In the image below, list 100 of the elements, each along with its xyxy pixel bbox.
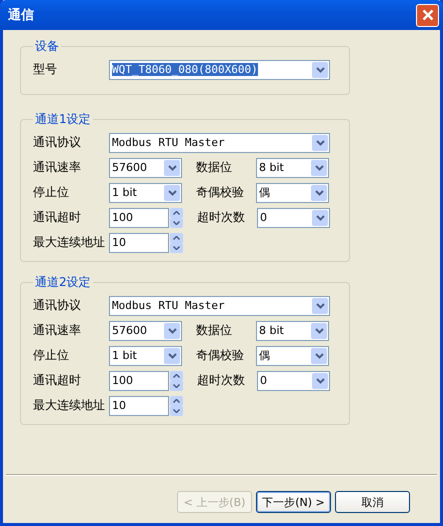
chevron-down-icon	[168, 190, 176, 196]
field-label: 超时次数	[197, 372, 246, 389]
field-label: 通讯协议	[33, 297, 82, 314]
chevron-down-icon	[316, 378, 324, 384]
close-icon	[422, 9, 434, 21]
dropdown[interactable]: 1 bit	[109, 182, 182, 202]
number-value: 10	[112, 236, 126, 249]
chevron-down-icon	[316, 140, 324, 146]
dropdown-value: 57600	[112, 324, 147, 337]
chevron-down-icon	[314, 328, 324, 334]
number-value: 10	[112, 399, 126, 412]
field-label: 奇偶校验	[196, 184, 245, 201]
dropdown-button[interactable]	[311, 184, 327, 200]
window-title: 通信	[8, 7, 34, 24]
dropdown-button[interactable]	[312, 134, 328, 150]
dropdown-value: 偶	[259, 185, 270, 200]
dropdown-value: 1 bit	[112, 186, 137, 199]
field-label: 最大连续地址	[33, 234, 106, 251]
dropdown-button[interactable]	[164, 348, 180, 364]
spin-up-button[interactable]	[170, 396, 183, 406]
dropdown-button[interactable]	[312, 372, 328, 388]
chevron-up-icon	[173, 236, 180, 240]
chevron-down-icon	[168, 352, 176, 358]
field-label: 最大连续地址	[33, 397, 106, 414]
number-field[interactable]: 100	[109, 208, 169, 228]
dropdown[interactable]: 57600	[109, 158, 182, 178]
dropdown-value: Modbus RTU Master	[112, 299, 225, 312]
dropdown[interactable]: 0	[257, 370, 330, 390]
chevron-down-icon	[173, 384, 180, 388]
dropdown[interactable]: 8 bit	[256, 320, 329, 340]
dropdown-button[interactable]	[311, 322, 327, 338]
field-label: 数据位	[196, 322, 233, 339]
chevron-down-icon	[173, 246, 180, 250]
field-label: 型号	[33, 61, 58, 78]
chevron-up-icon	[173, 398, 180, 402]
dropdown-button[interactable]	[311, 160, 327, 176]
dialog-button[interactable]: 取消	[335, 491, 410, 513]
dropdown-button[interactable]	[164, 184, 180, 200]
chevron-down-icon	[316, 214, 324, 220]
dropdown-value: WQT_T8060_080(800X600)	[112, 63, 258, 76]
field-label: 通讯超时	[33, 209, 82, 226]
number-field[interactable]: 10	[109, 232, 169, 252]
field-label: 奇偶校验	[196, 347, 245, 364]
dropdown-value: 1 bit	[112, 349, 137, 362]
field-label: 停止位	[33, 184, 70, 201]
number-value: 100	[112, 374, 133, 387]
dropdown-button[interactable]	[312, 298, 328, 314]
dropdown-value: 0	[260, 211, 267, 224]
chevron-up-icon	[173, 210, 180, 214]
number-field[interactable]: 100	[109, 370, 169, 390]
dropdown-value: Modbus RTU Master	[112, 136, 225, 149]
spin-down-button[interactable]	[170, 380, 183, 390]
field-label: 超时次数	[197, 209, 246, 226]
dropdown[interactable]: 0	[257, 208, 330, 228]
chevron-down-icon	[316, 66, 324, 72]
field-label: 通讯速率	[33, 159, 82, 176]
chevron-down-icon	[173, 408, 180, 412]
spin-up-button[interactable]	[170, 370, 183, 380]
chevron-down-icon	[316, 302, 324, 308]
group-title: 通道1设定	[34, 111, 92, 128]
dropdown[interactable]: 偶	[256, 346, 329, 366]
dropdown[interactable]: 1 bit	[109, 346, 182, 366]
field-label: 通讯协议	[33, 134, 82, 151]
dropdown[interactable]: 偶	[256, 182, 329, 202]
dropdown-value: 8 bit	[259, 324, 284, 337]
dialog-button[interactable]: 下一步(N) >	[256, 491, 331, 513]
number-value: 100	[112, 211, 133, 224]
dropdown[interactable]: WQT_T8060_080(800X600)	[109, 60, 330, 80]
dropdown-value: 0	[260, 374, 267, 387]
group-title: 通道2设定	[34, 274, 92, 291]
group-title: 设备	[34, 38, 60, 55]
chevron-up-icon	[173, 374, 180, 378]
spin-down-button[interactable]	[170, 218, 183, 228]
dropdown-button[interactable]	[164, 160, 180, 176]
dropdown[interactable]: 57600	[109, 320, 182, 340]
dropdown[interactable]: 8 bit	[256, 158, 329, 178]
dropdown-value: 偶	[259, 348, 270, 363]
spin-down-button[interactable]	[170, 242, 183, 252]
chevron-down-icon	[168, 328, 176, 334]
field-label: 停止位	[33, 347, 70, 364]
dropdown-button[interactable]	[311, 348, 327, 364]
spin-up-button[interactable]	[170, 232, 183, 242]
chevron-down-icon	[314, 164, 324, 170]
spin-down-button[interactable]	[170, 406, 183, 416]
dropdown-button[interactable]	[312, 62, 328, 78]
chevron-down-icon	[173, 220, 180, 224]
field-label: 通讯速率	[33, 322, 82, 339]
field-label: 数据位	[196, 159, 233, 176]
dropdown-value: 57600	[112, 161, 147, 174]
dropdown-value: 8 bit	[259, 161, 284, 174]
chevron-down-icon	[314, 352, 324, 358]
chevron-down-icon	[314, 190, 324, 196]
dropdown-button[interactable]	[312, 210, 328, 226]
dropdown[interactable]: Modbus RTU Master	[109, 132, 330, 152]
dropdown-button[interactable]	[164, 322, 180, 338]
spin-up-button[interactable]	[170, 208, 183, 218]
dropdown[interactable]: Modbus RTU Master	[109, 296, 330, 316]
number-field[interactable]: 10	[109, 396, 169, 416]
field-label: 通讯超时	[33, 372, 82, 389]
close-button[interactable]	[416, 4, 439, 26]
